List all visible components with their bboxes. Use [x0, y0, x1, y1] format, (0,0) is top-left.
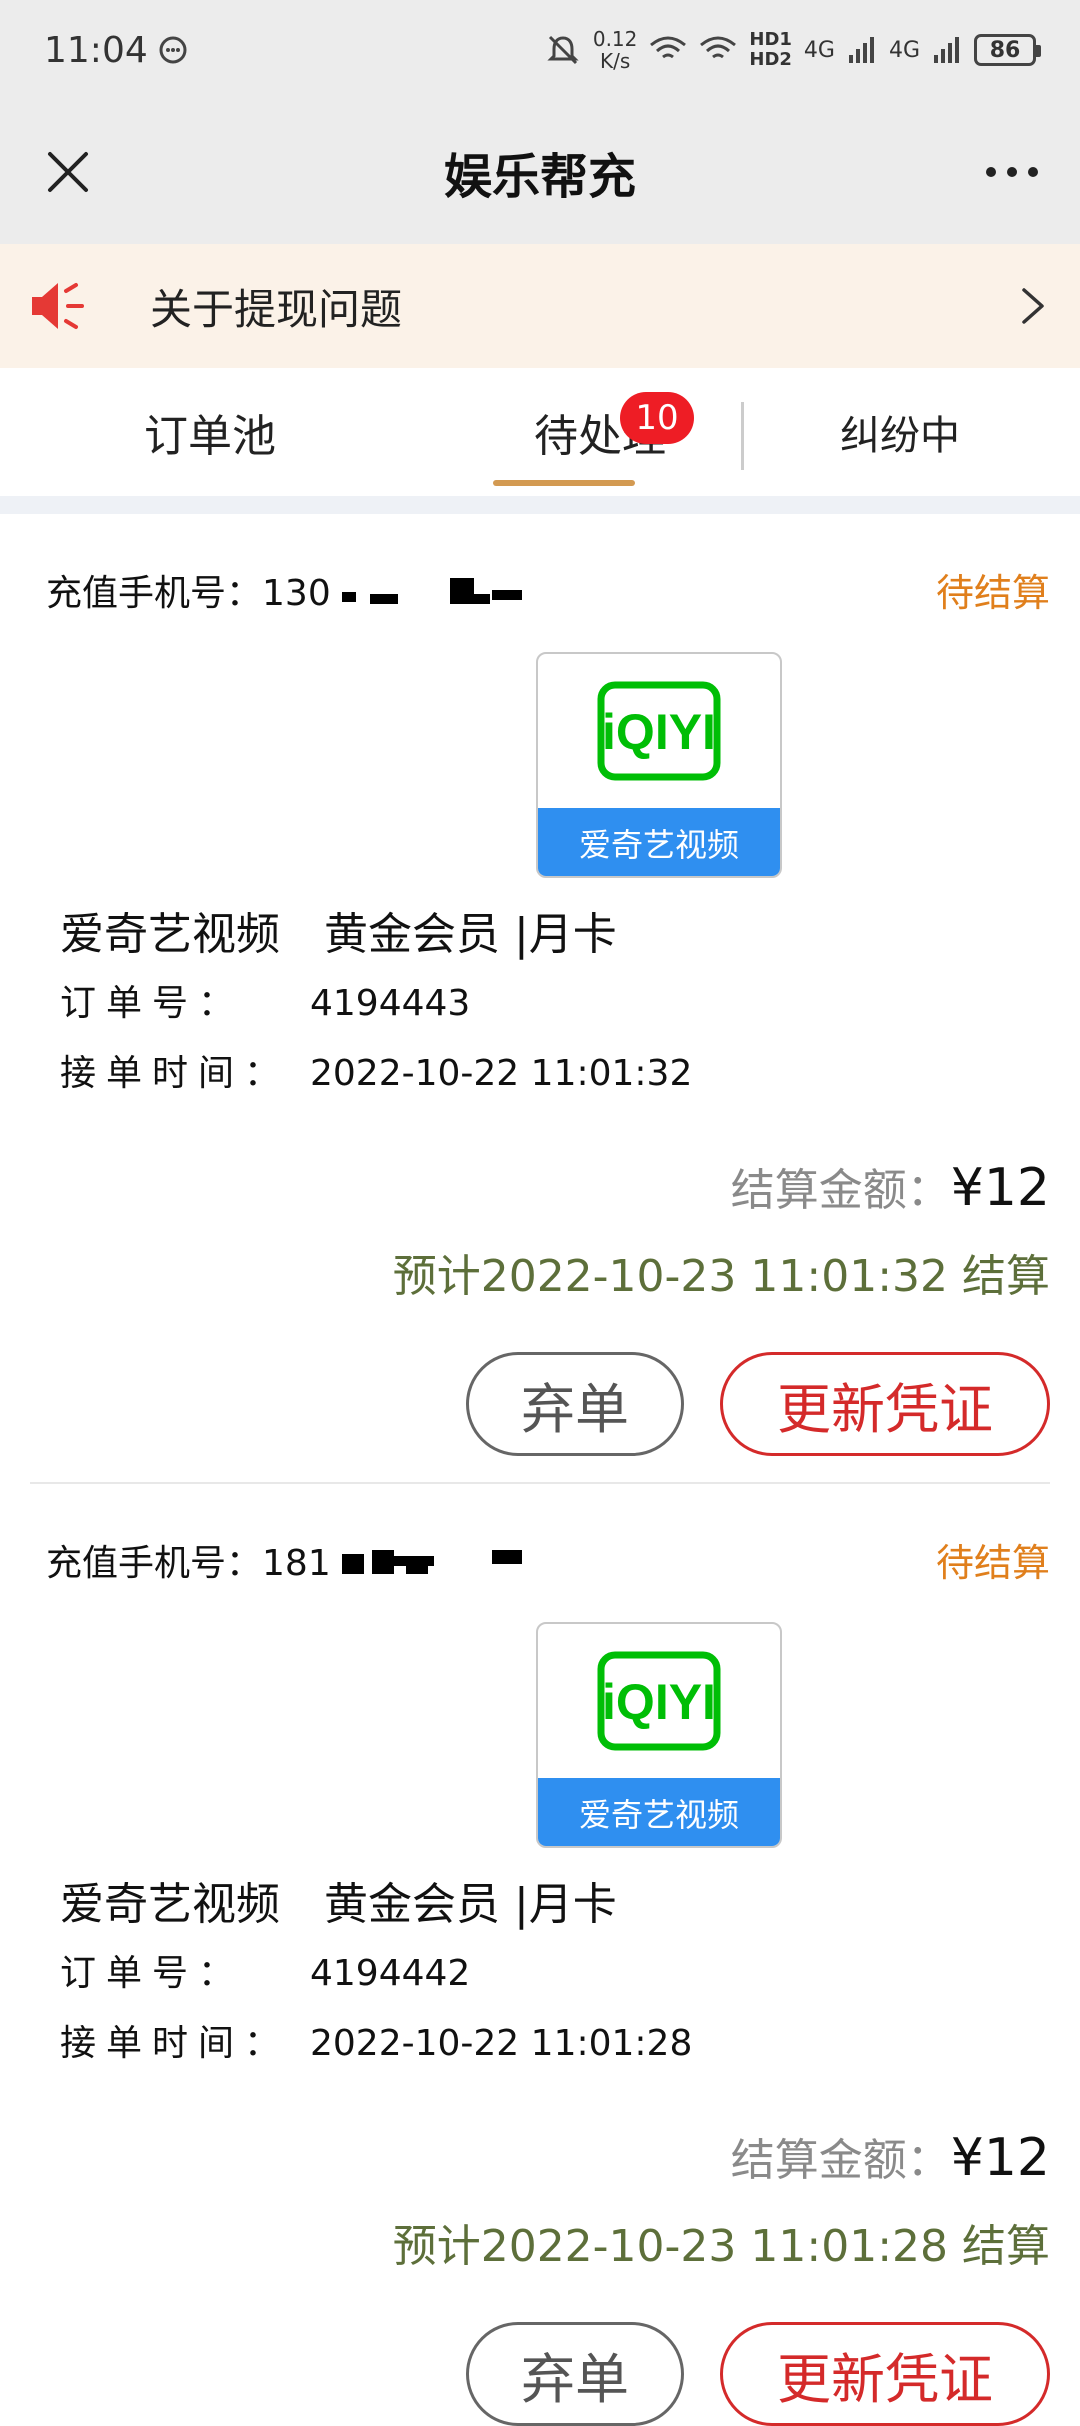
status-right: 0.12 K/s HD1 HD2 4G 4G 86 [545, 27, 1041, 73]
tab-divider [741, 402, 744, 470]
section-gap [0, 496, 1080, 514]
order-number: 4194443 [310, 983, 471, 1024]
product-tier: 黄金会员 |月卡 [324, 909, 617, 960]
order-number-row: 订单号： 4194443 [60, 974, 470, 1026]
signal-icon [934, 37, 959, 63]
page-title: 娱乐帮充 [443, 149, 636, 205]
update-voucher-button[interactable]: 更新凭证 [720, 1352, 1050, 1456]
close-button[interactable] [36, 140, 100, 204]
phone-label: 充值手机号： [46, 572, 263, 614]
product-title: 爱奇艺视频 黄金会员 |月卡 [60, 898, 617, 962]
notice-bar[interactable]: 关于提现问题 [0, 244, 1080, 368]
net-speed: 0.12 K/s [592, 27, 638, 73]
expected-settle-text: 预计2022-10-23 11:01:28 结算 [392, 2221, 1050, 2272]
close-icon [48, 152, 88, 192]
order-number-label: 订单号： [60, 1953, 245, 1994]
product-tier: 黄金会员 |月卡 [324, 1879, 617, 1930]
tab-dispute[interactable]: 纠纷中 [770, 368, 1030, 496]
abandon-button[interactable]: 弃单 [466, 1352, 684, 1456]
status-time: 11:04 [44, 29, 148, 71]
product-logo: iQIYI 爱奇艺视频 [536, 1622, 782, 1848]
iqiyi-logo-icon: iQIYI [597, 1651, 721, 1751]
logo-wordmark: iQIYI [602, 1674, 716, 1730]
active-tab-indicator [493, 480, 635, 486]
pending-count-badge: 10 [620, 392, 694, 444]
order-number-row: 订单号： 4194442 [60, 1944, 470, 1996]
settle-amount-label: 结算金额： [730, 2135, 951, 2186]
phone-prefix: 130 [262, 572, 331, 614]
wifi-icon [700, 36, 737, 59]
accept-time-row: 接单时间： 2022-10-22 11:01:32 [60, 1044, 692, 1096]
abandon-button[interactable]: 弃单 [466, 2322, 684, 2426]
order-status: 待结算 [935, 1541, 1050, 1585]
order-card: 充值手机号：130 待结算 iQIYI 爱奇艺视频 爱奇艺视频 黄金会员 |月卡 … [0, 514, 1080, 1484]
phone-prefix: 181 [262, 1542, 331, 1584]
logo-wordmark: iQIYI [602, 704, 716, 760]
notice-text: 关于提现问题 [150, 284, 403, 334]
order-number-label: 订单号： [60, 983, 245, 1024]
phone-row: 充值手机号：181 待结算 [46, 1532, 1050, 1587]
product-title: 爱奇艺视频 黄金会员 |月卡 [60, 1868, 617, 1932]
more-button[interactable] [980, 140, 1044, 204]
mute-bell-icon [547, 35, 579, 65]
product-logo: iQIYI 爱奇艺视频 [536, 652, 782, 878]
phone-label: 充值手机号： [46, 1542, 263, 1584]
battery-icon: 86 [974, 34, 1041, 66]
signal-label-2: 4G [888, 37, 920, 63]
logo-caption: 爱奇艺视频 [538, 808, 780, 876]
status-bar: 11:04 0.12 K/s HD1 HD2 4G 4G 86 [0, 0, 1080, 100]
message-icon [159, 36, 187, 64]
accept-time-row: 接单时间： 2022-10-22 11:01:28 [60, 2014, 692, 2066]
tab-order-pool[interactable]: 订单池 [80, 368, 340, 496]
accept-time: 2022-10-22 11:01:32 [310, 1053, 693, 1094]
signal-label-1: 4G [803, 37, 835, 63]
phone-row: 充值手机号：130 待结算 [46, 562, 1050, 617]
logo-caption: 爱奇艺视频 [538, 1778, 780, 1846]
status-left: 11:04 [44, 30, 188, 71]
order-card: 充值手机号：181 待结算 iQIYI 爱奇艺视频 爱奇艺视频 黄金会员 |月卡 … [0, 1484, 1080, 2426]
accept-time: 2022-10-22 11:01:28 [310, 2023, 693, 2064]
settle-amount-row: 结算金额： ¥12 [731, 2124, 1050, 2188]
speaker-icon [32, 283, 84, 329]
hd-indicator: HD1 HD2 [749, 29, 792, 70]
settle-amount: ¥12 [950, 1158, 1050, 1218]
settle-amount-row: 结算金额： ¥12 [731, 1154, 1050, 1218]
order-status: 待结算 [935, 571, 1050, 615]
signal-icon [848, 37, 874, 63]
product-name: 爱奇艺视频 [60, 1879, 280, 1930]
iqiyi-logo-icon: iQIYI [597, 681, 721, 781]
phone-redaction [342, 1548, 592, 1582]
tab-bar: 订单池 待处理 10 纠纷中 [0, 368, 1080, 496]
order-number: 4194442 [310, 1953, 471, 1994]
wifi-icon [650, 36, 687, 59]
expected-settle-text: 预计2022-10-23 11:01:32 结算 [392, 1251, 1050, 1302]
phone-redaction [342, 577, 592, 612]
product-name: 爱奇艺视频 [60, 909, 280, 960]
settle-amount: ¥12 [950, 2128, 1050, 2188]
app-header: 娱乐帮充 [0, 100, 1080, 244]
chevron-right-icon [1022, 288, 1044, 324]
settle-amount-label: 结算金额： [730, 1165, 951, 1216]
tab-pending[interactable]: 待处理 [470, 368, 730, 496]
more-icon [986, 167, 1038, 177]
accept-time-label: 接单时间： [60, 2023, 291, 2064]
accept-time-label: 接单时间： [60, 1053, 291, 1094]
update-voucher-button[interactable]: 更新凭证 [720, 2322, 1050, 2426]
